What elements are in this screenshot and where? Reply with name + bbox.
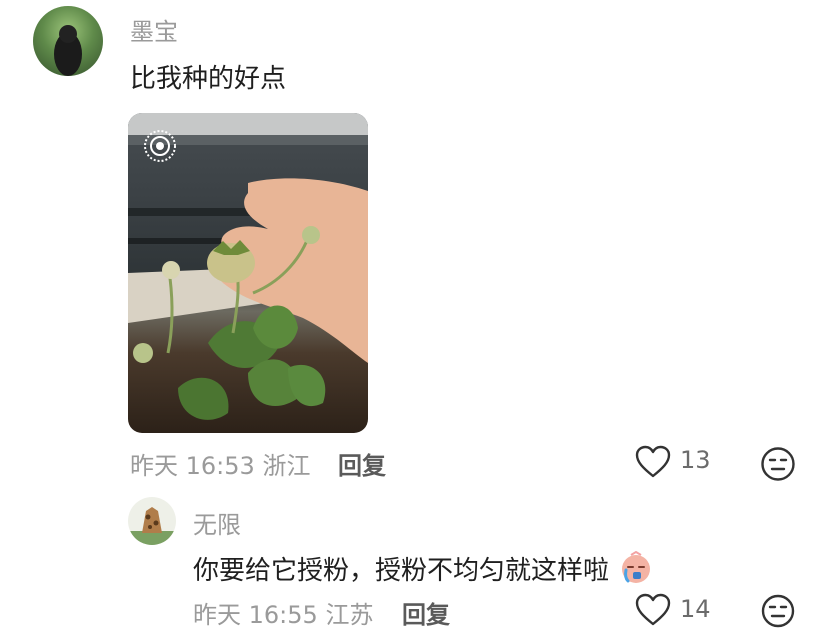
comment-photo[interactable] [128, 113, 368, 433]
reply-author-avatar[interactable] [128, 497, 176, 545]
comment-reply-button[interactable]: 回复 [338, 446, 386, 481]
reply-reply-button[interactable]: 回复 [402, 595, 450, 630]
reply-time: 16:55 [248, 601, 318, 629]
reply-location: 江苏 [325, 601, 374, 629]
crying-emoji-icon [619, 550, 653, 592]
comment-author-avatar[interactable] [33, 6, 103, 76]
reply-meta: 昨天 16:55 江苏 [193, 595, 373, 630]
reply-text-content: 你要给它授粉，授粉不均匀就这样啦 [193, 556, 610, 586]
heart-icon [635, 593, 671, 631]
comment-meta: 昨天 16:53 浙江 [130, 446, 310, 481]
reply-dislike-button[interactable] [760, 594, 796, 628]
comment-time: 16:53 [185, 452, 255, 480]
meh-face-icon [760, 594, 796, 632]
comment-text: 比我种的好点 [130, 64, 287, 94]
heart-icon [635, 445, 671, 483]
comment-author-name[interactable]: 墨宝 [130, 12, 178, 47]
meh-face-icon [760, 447, 796, 486]
live-photo-icon [144, 130, 176, 162]
reply-date: 昨天 [193, 601, 241, 629]
reply-author-name[interactable]: 无限 [193, 505, 241, 540]
comment-date: 昨天 [130, 452, 178, 480]
comment-location: 浙江 [262, 452, 311, 480]
reply-text: 你要给它授粉，授粉不均匀就这样啦 [193, 550, 653, 592]
comment-like-count: 13 [680, 446, 711, 474]
reply-like-count: 14 [680, 595, 711, 623]
reply-like-button[interactable] [635, 593, 671, 627]
comment-like-button[interactable] [635, 445, 671, 479]
comment-dislike-button[interactable] [760, 446, 796, 482]
